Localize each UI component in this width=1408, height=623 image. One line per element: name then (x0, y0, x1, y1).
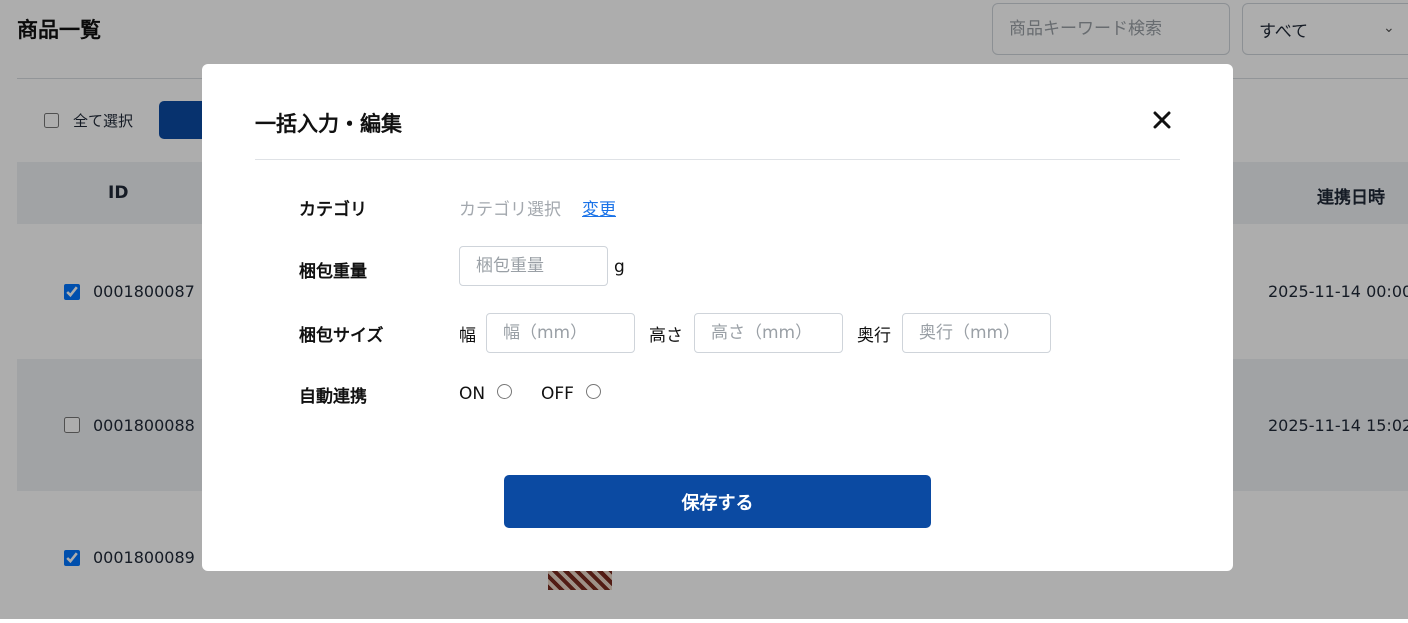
height-label: 高さ (649, 326, 683, 346)
category-value: カテゴリ選択 (459, 200, 561, 220)
weight-label: 梱包重量 (299, 262, 367, 282)
auto-sync-off-radio[interactable] (586, 384, 601, 399)
auto-sync-on-radio[interactable] (497, 384, 512, 399)
auto-sync-label: 自動連携 (299, 387, 367, 407)
size-label: 梱包サイズ (299, 326, 384, 346)
height-input[interactable] (694, 313, 843, 353)
auto-sync-on-label: ON (459, 384, 486, 404)
close-icon[interactable] (1150, 108, 1174, 132)
auto-sync-off-label: OFF (541, 384, 574, 404)
save-button[interactable]: 保存する (504, 475, 931, 528)
depth-label: 奥行 (857, 326, 891, 346)
weight-input[interactable] (459, 246, 608, 286)
depth-input[interactable] (902, 313, 1051, 353)
weight-unit: g (614, 257, 625, 277)
category-change-link[interactable]: 変更 (582, 195, 616, 220)
modal-title: 一括入力・編集 (255, 112, 402, 136)
bulk-edit-modal: 一括入力・編集 カテゴリ カテゴリ選択 変更 梱包重量 g 梱包サイズ 幅 高さ… (202, 64, 1233, 571)
modal-divider (255, 159, 1180, 160)
width-label: 幅 (459, 326, 476, 346)
width-input[interactable] (486, 313, 635, 353)
category-label: カテゴリ (299, 200, 367, 220)
